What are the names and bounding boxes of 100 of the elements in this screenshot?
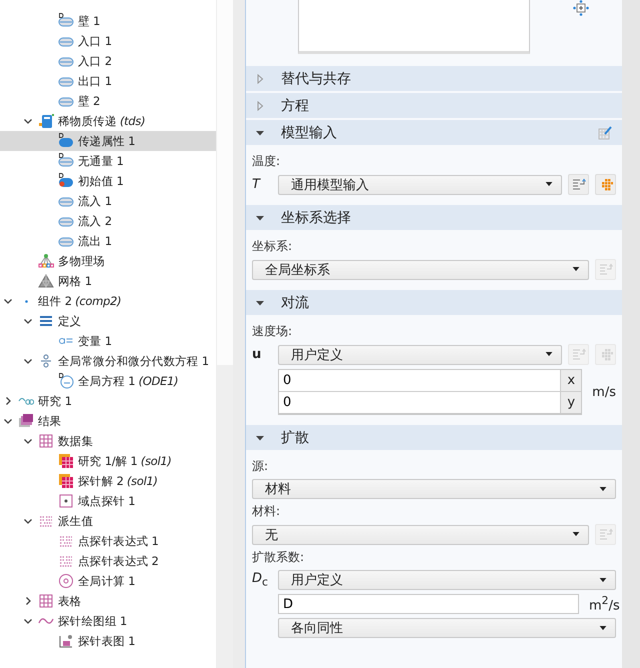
physics-icon [38,113,54,129]
section-header[interactable]: 方程 [246,93,622,118]
section-header[interactable]: 坐标系选择 [246,205,622,230]
symbol-label: u [252,347,262,362]
tree-item[interactable]: 数据集 [0,431,216,451]
tree-item[interactable]: 稀物质传递 (tds) [0,111,216,131]
tree-item[interactable]: 入口 1 [0,31,216,51]
side-button[interactable] [568,174,589,195]
tree-item[interactable]: 多物理场 [0,251,216,271]
tree-item[interactable]: 组件 2 (comp2) [0,291,216,311]
cube-icon [58,473,74,489]
equation-icon [58,373,74,389]
input-field[interactable]: 0 [279,370,560,391]
tree-item[interactable]: 派生值 [0,511,216,531]
chevron-down-icon[interactable] [3,416,13,426]
field-label: 材料: [252,503,282,520]
axis-label: y [560,392,582,413]
tree-item[interactable]: 探针绘图组 1 [0,611,216,631]
dropdown[interactable]: 无 [252,524,589,544]
symbol-label: T [252,177,262,192]
caret-icon [545,352,553,357]
chevron-right-icon[interactable] [23,596,33,606]
input-field[interactable]: D [278,594,579,614]
tree-item[interactable]: 流入 2 [0,211,216,231]
tree-item[interactable]: 入口 2 [0,51,216,71]
dropdown[interactable]: 各向同性 [278,618,616,638]
table-icon [38,593,54,609]
mesh-icon [38,273,54,289]
tree-item[interactable]: 结果 [0,411,216,431]
tree-item[interactable]: 无通量 1 [0,151,216,171]
chevron-down-icon[interactable] [23,116,33,126]
dropdown[interactable]: 用户定义 [278,344,562,364]
tree-item[interactable]: 传递属性 1 [0,131,216,151]
field-label: 源: [252,458,270,475]
chevron-down-icon[interactable] [23,616,33,626]
boundary-d-icon [58,13,74,29]
chevron-down-icon[interactable] [3,296,13,306]
dot-icon [24,300,28,302]
list-arrow-icon [572,178,586,192]
tree-item[interactable]: 表格 [0,591,216,611]
chevron-down-icon[interactable] [23,316,33,326]
boundary-d-icon [58,153,74,169]
scrollbar[interactable] [216,0,233,668]
dropdown[interactable]: 材料 [252,479,616,499]
tree-item[interactable]: 全局常微分和微分代数方程 1 [0,351,216,371]
dropdown[interactable]: 通用模型输入 [278,174,562,194]
results-icon [18,413,34,429]
section-header[interactable]: 替代与共存 [246,66,622,91]
tree-item[interactable]: 全局方程 1 (ODE1) [0,371,216,391]
tree-item[interactable]: 研究 1 [0,391,216,411]
list-arrow-icon [572,348,586,362]
tree-item[interactable]: 点探针表达式 1 [0,531,216,551]
tree-item[interactable]: 流出 1 [0,231,216,251]
chevron-down-icon[interactable] [23,516,33,526]
tree-item[interactable]: 网格 1 [0,271,216,291]
tree-item[interactable]: 域点探针 1 [0,491,216,511]
scrollbar[interactable] [622,0,640,668]
input-field[interactable]: 0 [279,392,560,413]
list-arrow-icon [598,262,612,276]
chevron-down-icon[interactable] [23,356,33,366]
domain-icon [58,173,74,189]
tree-item[interactable]: 出口 1 [0,71,216,91]
tree-item[interactable]: 定义 [0,311,216,331]
tree-item[interactable]: 点探针表达式 2 [0,551,216,571]
tree-item[interactable]: 研究 1/解 1 (sol1) [0,451,216,471]
tree-item[interactable]: 壁 2 [0,91,216,111]
grid-icon [38,433,54,449]
dropdown[interactable]: 用户定义 [278,570,616,590]
list-icon [38,313,54,329]
chevron-down-icon[interactable] [23,436,33,446]
field-label: 温度: [252,153,282,170]
dropdown[interactable]: 全局坐标系 [252,260,589,280]
section-header[interactable]: 模型输入 [246,120,622,145]
tree-item[interactable]: 探针解 2 (sol1) [0,471,216,491]
section-header[interactable]: 对流 [246,290,622,315]
tree-item[interactable]: 流入 1 [0,191,216,211]
derivative-icon [38,353,54,369]
axis-label: x [560,370,582,391]
tree-item[interactable]: 探针表图 1 [0,631,216,651]
tree-item[interactable]: 初始值 1 [0,171,216,191]
chevron-right-icon[interactable] [3,396,13,406]
edit-table-icon[interactable] [598,126,612,140]
caret-icon [572,532,580,537]
symbol-label: D$_{c}$ [252,571,269,589]
cube-icon [58,453,74,469]
variable-icon [59,338,73,344]
plot-icon [58,633,74,649]
tree-item[interactable]: 壁 1 [0,11,216,31]
tree-item[interactable]: 变量 1 [0,331,216,351]
field-label: 坐标系: [252,238,294,255]
field-label: 扩散系数: [252,549,306,566]
caret-icon [599,486,607,492]
field-label: 速度场: [252,323,294,340]
section-header[interactable]: 扩散 [246,425,622,450]
multiphysics-icon [38,253,54,269]
domain-icon [58,133,74,149]
point-icon [58,493,74,509]
move-icon[interactable] [573,0,589,16]
tree-item[interactable]: 全局计算 1 [0,571,216,591]
triangle-right-icon [255,74,265,84]
